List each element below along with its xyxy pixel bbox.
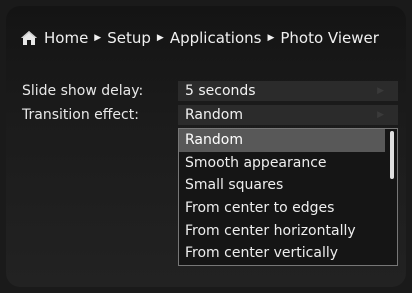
dropdown-option[interactable]: From center horizontally bbox=[179, 219, 397, 242]
breadcrumb-home[interactable]: Home bbox=[44, 29, 88, 47]
slide-show-delay-label: Slide show delay: bbox=[22, 83, 144, 99]
setting-row-transition-effect: Transition effect: bbox=[22, 105, 182, 125]
dropdown-option[interactable]: Random bbox=[179, 129, 385, 152]
house-icon[interactable] bbox=[20, 29, 38, 47]
triangle-right-icon: ▶ bbox=[156, 33, 164, 43]
dropdown-option[interactable]: Small squares bbox=[179, 174, 397, 197]
arrow-right-icon: ▶ bbox=[377, 110, 384, 120]
breadcrumb-photo-viewer: Photo Viewer bbox=[280, 29, 379, 47]
dropdown-option[interactable]: Smooth appearance bbox=[179, 152, 397, 175]
slide-show-delay-select[interactable]: 5 seconds ▶ bbox=[178, 81, 398, 101]
breadcrumb: Home ▶ Setup ▶ Applications ▶ Photo View… bbox=[20, 26, 379, 50]
transition-effect-value: Random bbox=[185, 107, 243, 123]
transition-effect-label: Transition effect: bbox=[22, 107, 139, 123]
screen: Home ▶ Setup ▶ Applications ▶ Photo View… bbox=[6, 6, 406, 287]
triangle-right-icon: ▶ bbox=[267, 33, 275, 43]
slide-show-delay-value: 5 seconds bbox=[185, 83, 256, 99]
dropdown-option[interactable]: From center vertically bbox=[179, 242, 397, 265]
arrow-right-icon: ▶ bbox=[377, 86, 384, 96]
dropdown-scrollbar[interactable] bbox=[390, 131, 394, 179]
dropdown-option[interactable]: From center to edges bbox=[179, 197, 397, 220]
transition-effect-select[interactable]: Random ▶ bbox=[178, 105, 398, 125]
setting-row-slide-show-delay: Slide show delay: bbox=[22, 81, 182, 101]
breadcrumb-applications[interactable]: Applications bbox=[170, 29, 262, 47]
triangle-right-icon: ▶ bbox=[94, 33, 102, 43]
breadcrumb-setup[interactable]: Setup bbox=[107, 29, 151, 47]
transition-effect-dropdown[interactable]: Random Smooth appearance Small squares F… bbox=[178, 128, 398, 266]
